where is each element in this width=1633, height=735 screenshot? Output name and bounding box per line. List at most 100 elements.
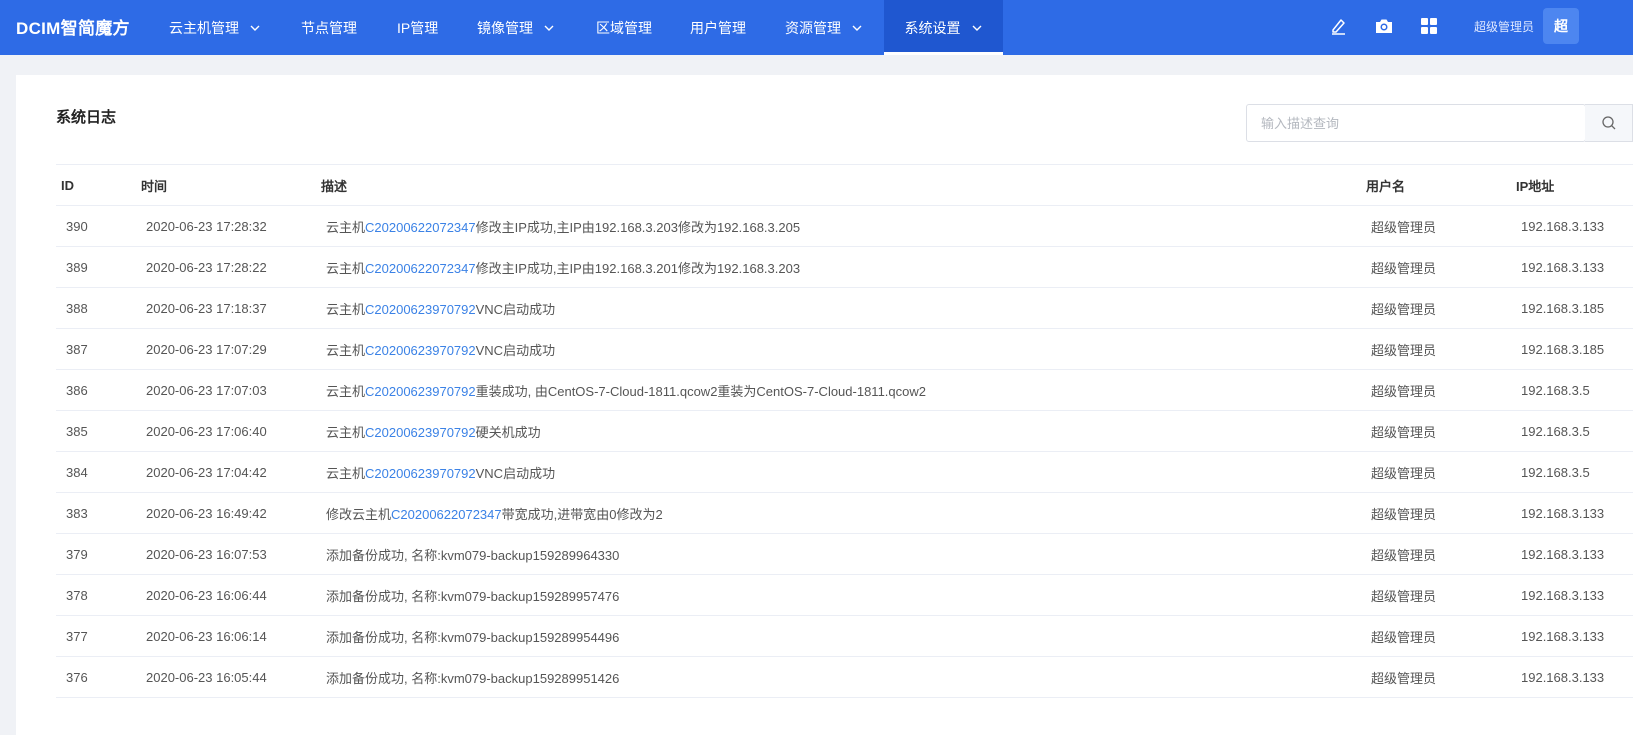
cell-username: 超级管理员: [1361, 574, 1511, 616]
cell-description: 云主机C20200623970792硬关机成功: [316, 410, 1361, 452]
cell-id: 385: [56, 410, 136, 452]
desc-text: 云主机: [326, 219, 366, 235]
table-row: 377 2020-06-23 16:06:14 添加备份成功, 名称:kvm07…: [56, 615, 1633, 657]
desc-text: VNC启动成功: [475, 301, 556, 317]
table-row: 385 2020-06-23 17:06:40 云主机C202006239707…: [56, 410, 1633, 452]
chevron-down-icon: [544, 25, 554, 31]
vm-link[interactable]: C20200623970792: [365, 384, 476, 399]
cell-ip: 192.168.3.133: [1511, 574, 1633, 616]
table-row: 384 2020-06-23 17:04:42 云主机C202006239707…: [56, 451, 1633, 493]
nav-label: IP管理: [397, 19, 439, 36]
desc-text: 添加备份成功, 名称:kvm079-backup159289957476: [326, 588, 620, 604]
cell-id: 387: [56, 328, 136, 370]
column-header-id[interactable]: ID: [56, 164, 136, 206]
app-logo[interactable]: DCIM智简魔方: [16, 14, 130, 39]
cell-time: 2020-06-23 17:28:32: [136, 205, 316, 247]
cell-username: 超级管理员: [1361, 410, 1511, 452]
cell-time: 2020-06-23 16:49:42: [136, 492, 316, 534]
nav-item-ip-management[interactable]: IP管理: [397, 0, 438, 55]
desc-text: 硬关机成功: [475, 424, 541, 440]
search-input[interactable]: [1247, 105, 1585, 141]
cell-id: 376: [56, 656, 136, 698]
cell-time: 2020-06-23 16:05:44: [136, 656, 316, 698]
column-header-ip[interactable]: IP地址: [1511, 164, 1633, 206]
desc-text: 带宽成功,进带宽由0修改为2: [501, 506, 663, 522]
cell-ip: 192.168.3.133: [1511, 533, 1633, 575]
cell-ip: 192.168.3.133: [1511, 615, 1633, 657]
desc-text: VNC启动成功: [475, 465, 556, 481]
cell-username: 超级管理员: [1361, 492, 1511, 534]
nav-item-vm-management[interactable]: 云主机管理: [169, 0, 261, 55]
nav-item-system-settings[interactable]: 系统设置: [884, 0, 1003, 55]
camera-icon[interactable]: [1373, 15, 1395, 37]
nav-item-user-management[interactable]: 用户管理: [690, 0, 746, 55]
table-row: 388 2020-06-23 17:18:37 云主机C202006239707…: [56, 287, 1633, 329]
vm-link[interactable]: C20200622072347: [365, 261, 476, 276]
avatar[interactable]: 超: [1543, 8, 1579, 44]
cell-time: 2020-06-23 16:06:44: [136, 574, 316, 616]
cell-ip: 192.168.3.133: [1511, 205, 1633, 247]
vm-link[interactable]: C20200622072347: [365, 220, 476, 235]
desc-text: 添加备份成功, 名称:kvm079-backup159289954496: [326, 629, 620, 645]
user-name[interactable]: 超级管理员: [1474, 18, 1534, 35]
cell-description: 云主机C20200623970792VNC启动成功: [316, 451, 1361, 493]
cell-username: 超级管理员: [1361, 656, 1511, 698]
table-row: 379 2020-06-23 16:07:53 添加备份成功, 名称:kvm07…: [56, 533, 1633, 575]
table-row: 387 2020-06-23 17:07:29 云主机C202006239707…: [56, 328, 1633, 370]
nav-label: 节点管理: [301, 19, 357, 36]
cell-username: 超级管理员: [1361, 328, 1511, 370]
desc-text: 云主机: [326, 342, 366, 358]
vm-link[interactable]: C20200623970792: [365, 302, 476, 317]
cell-username: 超级管理员: [1361, 205, 1511, 247]
nav-label: 资源管理: [785, 19, 841, 36]
cell-username: 超级管理员: [1361, 451, 1511, 493]
cell-ip: 192.168.3.133: [1511, 656, 1633, 698]
edit-icon[interactable]: [1328, 15, 1350, 37]
cell-description: 添加备份成功, 名称:kvm079-backup159289964330: [316, 533, 1361, 575]
vm-link[interactable]: C20200623970792: [365, 466, 476, 481]
cell-time: 2020-06-23 17:28:22: [136, 246, 316, 288]
column-header-username[interactable]: 用户名: [1361, 164, 1511, 206]
vm-link[interactable]: C20200623970792: [365, 343, 476, 358]
column-header-description[interactable]: 描述: [316, 164, 1361, 206]
chevron-down-icon: [250, 25, 260, 31]
nav-label: 云主机管理: [169, 19, 239, 36]
nav-label: 系统设置: [904, 19, 961, 36]
cell-id: 388: [56, 287, 136, 329]
nav-label: 镜像管理: [477, 19, 533, 36]
cell-time: 2020-06-23 17:18:37: [136, 287, 316, 329]
nav-item-region-management[interactable]: 区域管理: [596, 0, 652, 55]
cell-username: 超级管理员: [1361, 615, 1511, 657]
chevron-down-icon: [852, 25, 862, 31]
cell-ip: 192.168.3.5: [1511, 410, 1633, 452]
search-button[interactable]: [1585, 104, 1633, 142]
cell-description: 添加备份成功, 名称:kvm079-backup159289951426: [316, 656, 1361, 698]
cell-description: 修改云主机C20200622072347带宽成功,进带宽由0修改为2: [316, 492, 1361, 534]
search-box: [1246, 104, 1586, 142]
desc-text: 修改主IP成功,主IP由192.168.3.203修改为192.168.3.20…: [475, 219, 801, 235]
cell-ip: 192.168.3.5: [1511, 451, 1633, 493]
nav-item-image-management[interactable]: 镜像管理: [477, 0, 555, 55]
grid-icon[interactable]: [1418, 15, 1440, 37]
search-icon: [1601, 116, 1615, 130]
nav-label: 用户管理: [690, 19, 746, 36]
cell-time: 2020-06-23 17:07:29: [136, 328, 316, 370]
cell-time: 2020-06-23 16:06:14: [136, 615, 316, 657]
cell-description: 云主机C20200622072347修改主IP成功,主IP由192.168.3.…: [316, 246, 1361, 288]
cell-ip: 192.168.3.133: [1511, 492, 1633, 534]
cell-time: 2020-06-23 16:07:53: [136, 533, 316, 575]
vm-link[interactable]: C20200622072347: [391, 507, 502, 522]
column-header-time[interactable]: 时间: [136, 164, 316, 206]
table-row: 386 2020-06-23 17:07:03 云主机C202006239707…: [56, 369, 1633, 411]
cell-ip: 192.168.3.185: [1511, 287, 1633, 329]
table-row: 390 2020-06-23 17:28:32 云主机C202006220723…: [56, 205, 1633, 247]
cell-username: 超级管理员: [1361, 246, 1511, 288]
nav-item-resource-management[interactable]: 资源管理: [785, 0, 863, 55]
nav-item-node-management[interactable]: 节点管理: [301, 0, 357, 55]
cell-ip: 192.168.3.185: [1511, 328, 1633, 370]
vm-link[interactable]: C20200623970792: [365, 425, 476, 440]
cell-id: 377: [56, 615, 136, 657]
desc-text: 添加备份成功, 名称:kvm079-backup159289951426: [326, 670, 620, 686]
cell-time: 2020-06-23 17:07:03: [136, 369, 316, 411]
cell-id: 378: [56, 574, 136, 616]
